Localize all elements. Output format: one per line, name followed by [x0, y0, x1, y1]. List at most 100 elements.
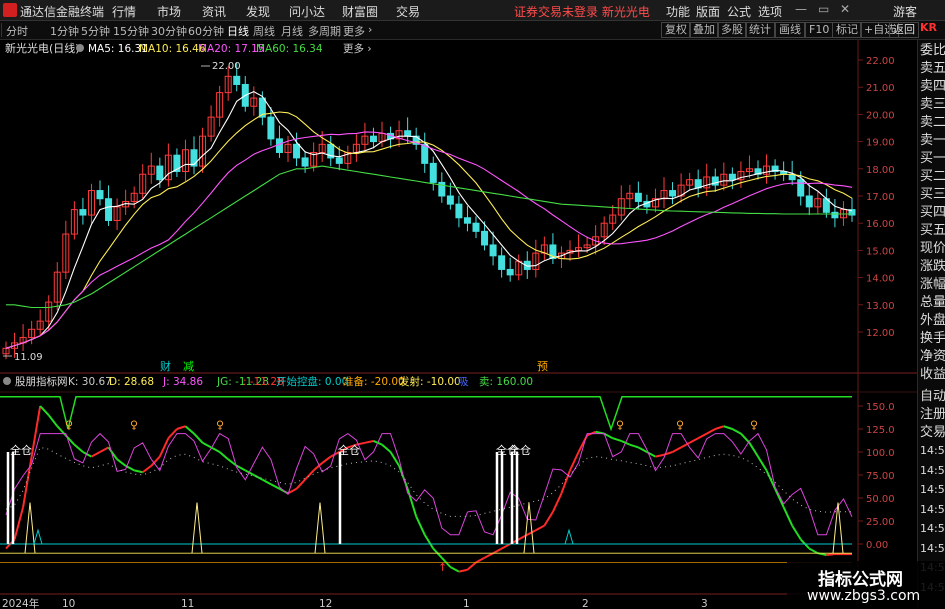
side-item-19[interactable]: 自动 — [920, 388, 945, 406]
side-item-2[interactable]: 卖四 — [920, 78, 945, 96]
menu-zixun[interactable]: 资讯 — [202, 3, 226, 20]
candle-body — [96, 190, 104, 200]
period-15min[interactable]: 15分钟 — [113, 23, 149, 39]
period-more[interactable]: 更多 — [343, 23, 365, 39]
side-item-4[interactable]: 卖二 — [920, 114, 945, 132]
close-icon[interactable]: ✕ — [840, 2, 850, 16]
side-item-15[interactable]: 外盘 — [920, 312, 945, 330]
button-back[interactable]: 返回 — [889, 22, 919, 38]
side-item-20[interactable]: 注册 — [920, 406, 945, 424]
side-item-8[interactable]: 买三 — [920, 186, 945, 204]
period-fenshi[interactable]: 分时 — [6, 23, 28, 39]
settings-icon[interactable] — [76, 44, 84, 52]
person-marker: ♀ — [676, 419, 684, 432]
price-ticks: 22.00 21.00 20.00 19.00 18.00 17.00 16.00 15.00… — [858, 56, 895, 339]
side-item-21[interactable]: 交易 — [920, 424, 945, 442]
side-item-25[interactable]: 14:54 — [920, 501, 945, 519]
k-line-segment — [714, 425, 725, 430]
quote-side-panel: KR 委比 卖五 卖四 卖三 卖二 卖一 买一 买二 买三 买四 买五 现价 涨跌 涨幅 总量 外盘 换手 净资收… — [917, 21, 945, 609]
button-f10[interactable]: F10 — [805, 22, 834, 38]
menu-hangqing[interactable]: 行情 — [112, 3, 136, 20]
indicator-settings-icon[interactable] — [3, 377, 11, 385]
button-huaxian[interactable]: 画线 — [775, 22, 805, 38]
side-item-18[interactable]: 收益 — [920, 366, 945, 384]
side-item-23[interactable]: 14:54 — [920, 462, 945, 480]
side-item-12[interactable]: 涨跌 — [920, 258, 945, 276]
side-item-11[interactable]: 现价 — [920, 240, 945, 258]
kline-chart[interactable]: 新光光电(日线) MA5: 16.31 MA10: 16.46 MA20: 17… — [0, 40, 917, 609]
button-tongji[interactable]: 统计 — [745, 22, 775, 38]
side-item-0[interactable]: 委比 — [920, 42, 945, 60]
side-item-6[interactable]: 买一 — [920, 150, 945, 168]
indicator-header: 股朋指标网 K: 30.67 D: 28.68 J: 34.86 JG: -11… — [15, 375, 533, 388]
xaxis-label-11: 11 — [181, 598, 194, 609]
menu-wenxiaoda[interactable]: 问小达 — [289, 3, 325, 20]
side-item-16[interactable]: 换手 — [920, 330, 945, 348]
more-label[interactable]: 更多 › — [343, 42, 372, 55]
minimize-icon[interactable]: — — [795, 2, 807, 16]
candle-body — [728, 173, 736, 181]
person-marker: ♀ — [750, 419, 758, 432]
candle-body — [267, 116, 275, 140]
chevron-right-icon[interactable]: › — [368, 23, 372, 36]
restore-icon[interactable]: ▭ — [818, 2, 829, 16]
menu-faxian[interactable]: 发现 — [246, 3, 270, 20]
side-item-27[interactable]: 14:55 — [920, 540, 945, 558]
candle-body — [335, 157, 343, 164]
guest-label[interactable]: 游客 — [893, 3, 917, 20]
marker-jian[interactable]: 减 — [183, 360, 194, 373]
menu-shichang[interactable]: 市场 — [157, 3, 181, 20]
ind-tick-label: 75.00 — [866, 471, 895, 482]
ind-zhunbei: 准备: -20.00 — [343, 375, 405, 388]
side-item-9[interactable]: 买四 — [920, 204, 945, 222]
k-line-segment — [142, 465, 152, 474]
period-multi[interactable]: 多周期 — [308, 23, 341, 39]
menu-gongneng[interactable]: 功能 — [666, 3, 690, 20]
k-line-segment — [782, 506, 794, 527]
candle-body — [233, 75, 241, 85]
button-biaoji[interactable]: 标记 — [832, 22, 862, 38]
side-item-22[interactable]: 14:54 — [920, 442, 945, 460]
menu-gongshi[interactable]: 公式 — [727, 3, 751, 20]
period-30min[interactable]: 30分钟 — [151, 23, 187, 39]
button-fuquan[interactable]: 复权 — [661, 22, 691, 38]
menu-xuanxiang[interactable]: 选项 — [758, 3, 782, 20]
xaxis-label-2: 2 — [582, 598, 589, 609]
menu-jiaoyi[interactable]: 交易 — [396, 3, 420, 20]
xaxis-label-2024: 2024年 — [2, 597, 39, 609]
period-1min[interactable]: 1分钟 — [50, 23, 79, 39]
side-item-13[interactable]: 涨幅 — [920, 276, 945, 294]
button-duogu[interactable]: 多股 — [717, 22, 747, 38]
side-item-7[interactable]: 买二 — [920, 168, 945, 186]
period-60min[interactable]: 60分钟 — [188, 23, 224, 39]
k-line-segment — [22, 456, 33, 508]
marker-cai[interactable]: 财 — [160, 359, 171, 373]
marker-yu[interactable]: 预 — [537, 360, 548, 373]
side-item-14[interactable]: 总量 — [920, 294, 945, 312]
ma5-line — [5, 90, 853, 349]
menu-bar: 通达信金融终端 行情 市场 资讯 发现 问小达 财富圈 交易 证券交易未登录 新… — [0, 0, 945, 21]
login-notice[interactable]: 证券交易未登录 新光光电 — [514, 3, 650, 20]
side-item-1[interactable]: 卖五 — [920, 60, 945, 78]
k-line-segment — [535, 524, 545, 532]
side-item-10[interactable]: 买五 — [920, 222, 945, 240]
period-monthly[interactable]: 月线 — [281, 23, 303, 39]
menu-banmian[interactable]: 版面 — [696, 3, 720, 20]
candle-body — [498, 255, 506, 270]
side-item-17[interactable]: 净资 — [920, 348, 945, 366]
k-line-segment — [304, 469, 315, 481]
ind-xi: 吸 — [458, 376, 469, 388]
side-item-5[interactable]: 卖一 — [920, 132, 945, 150]
period-5min[interactable]: 5分钟 — [81, 23, 110, 39]
menu-caifuquan[interactable]: 财富圈 — [342, 3, 378, 20]
button-diejia[interactable]: 叠加 — [689, 22, 719, 38]
side-item-3[interactable]: 卖三 — [920, 96, 945, 114]
side-item-24[interactable]: 14:54 — [920, 481, 945, 499]
kr-badge: KR — [920, 21, 937, 34]
ind-tick-label: 100.0 — [866, 448, 895, 459]
period-weekly[interactable]: 周线 — [253, 23, 275, 39]
price-tick-label: 19.00 — [866, 138, 895, 149]
period-daily[interactable]: 日线 — [227, 23, 249, 39]
side-item-26[interactable]: 14:55 — [920, 520, 945, 538]
k-line-segment — [458, 568, 468, 573]
